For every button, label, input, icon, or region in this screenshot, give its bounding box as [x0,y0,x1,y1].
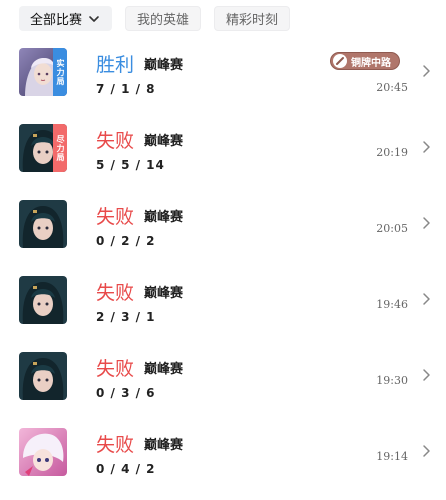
filter-my-heroes-label: 我的英雄 [137,13,190,28]
match-time: 20:19 [376,146,408,159]
match-list: 实力局 胜利 巅峰赛 7 / 1 / 8 铜牌中路 20:45 尽力局 失败 巅… [0,40,446,496]
hero-avatar [19,352,67,400]
match-row[interactable]: 实力局 胜利 巅峰赛 7 / 1 / 8 铜牌中路 20:45 [0,40,446,116]
match-kda: 5 / 5 / 14 [96,158,165,172]
match-time: 20:05 [376,222,408,235]
chevron-down-icon [89,15,99,22]
match-result: 胜利 [96,54,135,76]
pen-icon [333,54,347,68]
match-result: 失败 [96,358,135,380]
match-kda: 0 / 3 / 6 [96,386,156,400]
match-mode: 巅峰赛 [144,438,184,453]
hero-portrait-icon [19,352,67,400]
match-mode: 巅峰赛 [144,134,184,149]
hero-portrait-icon [19,428,67,476]
chevron-right-icon[interactable] [420,368,432,382]
match-row[interactable]: 尽力局 失败 巅峰赛 5 / 5 / 14 20:19 [0,116,446,192]
filter-highlights[interactable]: 精彩时刻 [214,6,291,31]
match-result: 失败 [96,282,135,304]
match-time: 20:45 [376,81,408,94]
match-tag: 实力局 [53,48,67,96]
hero-avatar [19,200,67,248]
medal-label: 铜牌中路 [351,57,391,69]
match-kda: 2 / 3 / 1 [96,310,156,324]
match-time: 19:46 [376,298,408,311]
match-mode: 巅峰赛 [144,362,184,377]
hero-avatar [19,428,67,476]
match-kda: 0 / 2 / 2 [96,234,156,248]
chevron-right-icon[interactable] [420,444,432,458]
match-time: 19:30 [376,374,408,387]
match-row[interactable]: 失败 巅峰赛 0 / 3 / 6 19:30 [0,344,446,420]
match-mode: 巅峰赛 [144,210,184,225]
match-time: 19:14 [376,450,408,463]
match-result: 失败 [96,206,135,228]
chevron-right-icon[interactable] [420,140,432,154]
match-mode: 巅峰赛 [144,58,184,73]
match-kda: 7 / 1 / 8 [96,82,156,96]
match-tag: 尽力局 [53,124,67,172]
filter-bar: 全部比赛 我的英雄 精彩时刻 [19,6,291,31]
filter-all-matches[interactable]: 全部比赛 [19,6,113,31]
chevron-right-icon[interactable] [420,64,432,78]
medal-badge: 铜牌中路 [330,52,400,70]
hero-avatar: 尽力局 [19,124,67,172]
match-kda: 0 / 4 / 2 [96,462,156,476]
chevron-right-icon[interactable] [420,292,432,306]
match-row[interactable]: 失败 巅峰赛 0 / 2 / 2 20:05 [0,192,446,268]
hero-portrait-icon [19,276,67,324]
match-result: 失败 [96,130,135,152]
match-mode: 巅峰赛 [144,286,184,301]
filter-my-heroes[interactable]: 我的英雄 [125,6,202,31]
hero-avatar [19,276,67,324]
hero-portrait-icon [19,200,67,248]
filter-all-matches-label: 全部比赛 [30,13,83,28]
chevron-right-icon[interactable] [420,216,432,230]
filter-highlights-label: 精彩时刻 [226,13,279,28]
match-row[interactable]: 失败 巅峰赛 2 / 3 / 1 19:46 [0,268,446,344]
match-row[interactable]: 失败 巅峰赛 0 / 4 / 2 19:14 [0,420,446,496]
hero-avatar: 实力局 [19,48,67,96]
match-result: 失败 [96,434,135,456]
